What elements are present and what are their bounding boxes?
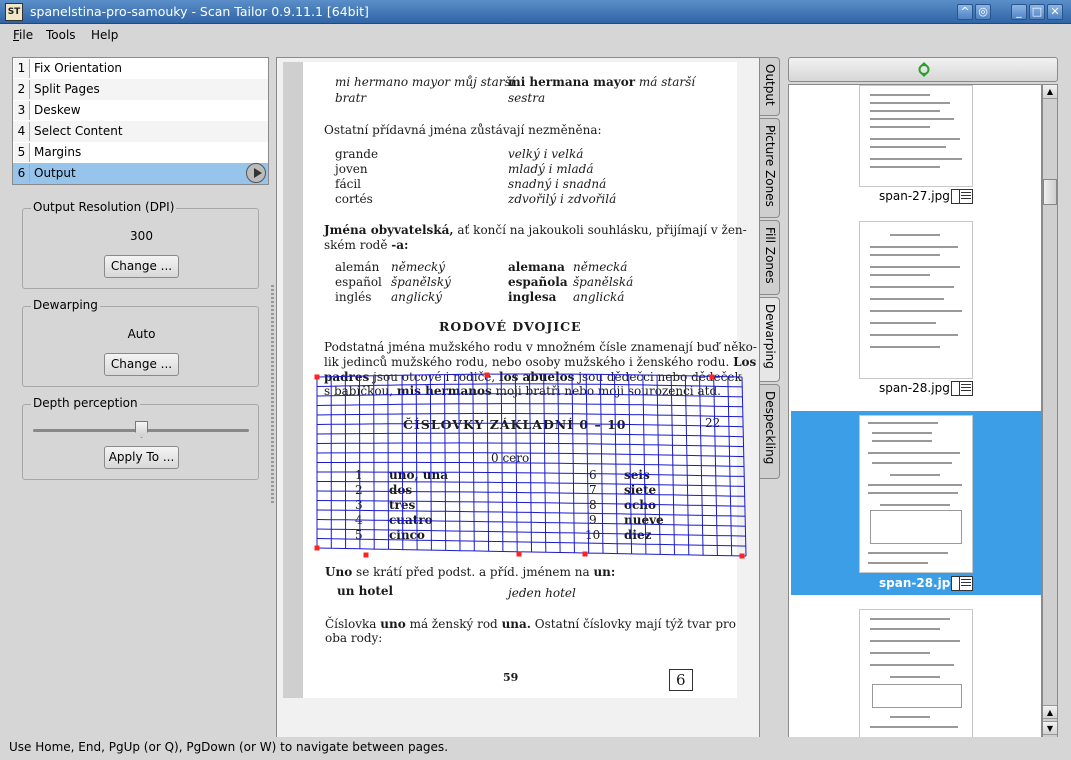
tab-fill-zones[interactable]: Fill Zones (760, 220, 780, 295)
thumbnail-caption: span-28.jpg (879, 381, 950, 395)
thumbnail-image (859, 609, 973, 737)
dewarping-mode-value: Auto (127, 327, 156, 341)
tab-label: Dewarping (763, 304, 777, 369)
output-resolution-group: Output Resolution (DPI) 300 Change ... (22, 200, 259, 289)
sticky-window-button[interactable]: ◎ (975, 4, 991, 20)
thumbnail-item[interactable]: span-28.jpg (791, 221, 1041, 401)
depth-perception-group: Depth perception Apply To ... (22, 396, 259, 480)
stage-number: 6 (14, 164, 30, 183)
minimize-button[interactable]: _ (1011, 4, 1027, 20)
stage-number: 1 (14, 59, 30, 78)
stage-output[interactable]: 6 Output (13, 163, 268, 184)
scrollbar-thumb[interactable] (1043, 179, 1057, 205)
tab-label: Picture Zones (763, 125, 777, 207)
app-icon: ST (5, 3, 23, 21)
stage-list: 1 Fix Orientation 2 Split Pages 3 Deskew… (12, 57, 269, 185)
depth-slider-handle[interactable] (135, 421, 148, 438)
stage-label: Output (34, 166, 76, 180)
stage-number: 5 (14, 143, 30, 162)
stage-label: Deskew (34, 103, 81, 117)
dewarping-grid[interactable] (277, 58, 760, 738)
panel-splitter[interactable] (271, 285, 274, 505)
thumbnail-image (859, 85, 973, 187)
focus-current-page-button[interactable] (788, 57, 1058, 82)
stage-tabs: Output Picture Zones Fill Zones Dewarpin… (760, 57, 781, 487)
stage-margins[interactable]: 5 Margins (13, 142, 268, 163)
window-title: spanelstina-pro-samouky - Scan Tailor 0.… (30, 4, 369, 19)
menu-file[interactable]: File (13, 28, 33, 42)
image-viewer[interactable]: mi hermano mayor můj starší mi hermana m… (276, 57, 760, 738)
stage-split-pages[interactable]: 2 Split Pages (13, 79, 268, 100)
scroll-up-icon[interactable]: ▲ (1043, 705, 1057, 719)
tab-despeckling[interactable]: Despeckling (760, 384, 780, 479)
title-bar: ST spanelstina-pro-samouky - Scan Tailor… (0, 0, 1071, 24)
shade-window-button[interactable]: ^ (957, 4, 973, 20)
thumbnail-scrollbar[interactable]: ▲ ▲ ▼ (1042, 84, 1058, 738)
dewarping-group: Dewarping Auto Change ... (22, 298, 259, 387)
menu-tools[interactable]: Tools (46, 28, 76, 42)
apply-to-button[interactable]: Apply To ... (104, 446, 179, 469)
thumbnail-caption: span-28.jpg (879, 576, 959, 590)
page-layout-icon (951, 189, 973, 204)
thumbnail-image (859, 415, 973, 573)
stage-label: Fix Orientation (34, 61, 123, 75)
scroll-down-icon[interactable]: ▼ (1043, 721, 1057, 735)
close-button[interactable]: ✕ (1047, 4, 1063, 20)
tab-label: Output (763, 64, 777, 106)
stage-fix-orientation[interactable]: 1 Fix Orientation (13, 58, 268, 79)
group-title: Dewarping (31, 298, 100, 312)
stage-number: 4 (14, 122, 30, 141)
tab-output[interactable]: Output (760, 57, 780, 116)
stage-number: 3 (14, 101, 30, 120)
stage-deskew[interactable]: 3 Deskew (13, 100, 268, 121)
group-title: Output Resolution (DPI) (31, 200, 177, 214)
status-text: Use Home, End, PgUp (or Q), PgDown (or W… (9, 740, 449, 754)
thumbnail-image (859, 221, 973, 379)
change-resolution-button[interactable]: Change ... (104, 255, 179, 278)
menu-bar: File Tools Help (0, 24, 1071, 47)
tab-dewarping[interactable]: Dewarping (760, 297, 780, 382)
stage-label: Margins (34, 145, 82, 159)
tab-label: Despeckling (763, 391, 777, 465)
sync-icon (918, 62, 930, 77)
status-bar: Use Home, End, PgUp (or Q), PgDown (or W… (0, 737, 1071, 760)
play-icon[interactable] (246, 163, 266, 183)
thumbnail-caption: span-27.jpg (879, 189, 950, 203)
menu-help[interactable]: Help (91, 28, 118, 42)
group-title: Depth perception (31, 396, 140, 410)
page-layout-icon (951, 576, 973, 591)
thumbnail-panel: span-27.jpg span-28.jpg span-28.jpg ▲ ▲ … (788, 57, 1059, 738)
thumbnail-item[interactable]: span-27.jpg (791, 85, 1041, 209)
maximize-button[interactable]: □ (1029, 4, 1045, 20)
page-layout-icon (951, 381, 973, 396)
dpi-value: 300 (130, 229, 153, 243)
tab-label: Fill Zones (763, 227, 777, 284)
stage-label: Split Pages (34, 82, 100, 96)
tab-picture-zones[interactable]: Picture Zones (760, 118, 780, 218)
change-dewarping-button[interactable]: Change ... (104, 353, 179, 376)
scroll-up-icon[interactable]: ▲ (1043, 85, 1057, 99)
thumbnail-item-selected[interactable]: span-28.jpg (791, 411, 1041, 595)
stage-number: 2 (14, 80, 30, 99)
stage-label: Select Content (34, 124, 123, 138)
stage-select-content[interactable]: 4 Select Content (13, 121, 268, 142)
left-panel: 1 Fix Orientation 2 Split Pages 3 Deskew… (0, 47, 272, 737)
thumbnail-item[interactable] (791, 609, 1041, 737)
thumbnail-list[interactable]: span-27.jpg span-28.jpg span-28.jpg (788, 84, 1042, 738)
